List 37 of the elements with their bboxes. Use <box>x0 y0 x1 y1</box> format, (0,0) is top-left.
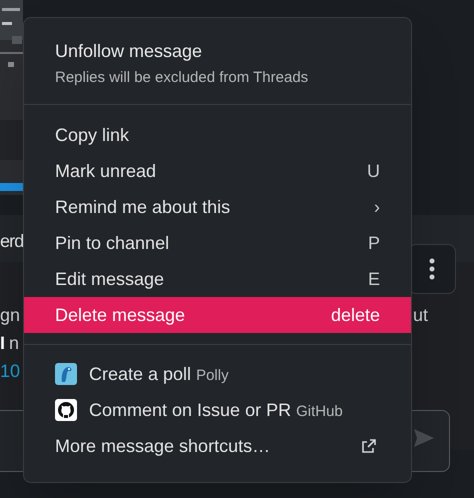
shortcut-hint: E <box>368 268 380 290</box>
menu-item[interactable]: Copy link <box>24 117 411 153</box>
menu-item-label: Edit message <box>55 268 164 291</box>
menu-item-label: Mark unread <box>55 160 156 182</box>
message-text: ut <box>413 304 428 326</box>
menu-item[interactable]: Comment on Issue or PR GitHub <box>24 392 411 428</box>
shortcut-hint: P <box>368 232 380 254</box>
shortcut-hint: delete <box>330 304 380 326</box>
shortcut-hint: U <box>367 160 380 182</box>
menu-item-label: Pin to channel <box>55 232 170 254</box>
menu-item[interactable]: Unfollow message <box>55 40 380 62</box>
menu-item[interactable]: Delete message delete <box>24 297 411 333</box>
menu-item-label: More message shortcuts… <box>55 434 270 458</box>
message-link[interactable]: 10 <box>0 360 20 382</box>
parrot-icon <box>55 363 77 385</box>
menu-item[interactable]: Remind me about this › <box>24 189 411 225</box>
menu-item-label: Remind me about this <box>55 196 230 218</box>
menu-item[interactable]: Mark unread U <box>24 153 411 189</box>
message-text: erd <box>0 230 24 252</box>
app-name: GitHub <box>296 402 343 422</box>
octocat-icon <box>55 399 77 421</box>
app-name: Polly <box>196 366 229 386</box>
menu-item-description: Replies will be excluded from Threads <box>55 68 310 88</box>
menu-item-label: Comment on Issue or PR <box>89 398 292 422</box>
more-icon <box>429 258 435 280</box>
message-text: n <box>9 332 20 354</box>
menu-item[interactable]: Create a poll Polly <box>24 356 411 392</box>
message-text: I <box>0 332 6 354</box>
menu-item[interactable]: More message shortcuts… <box>24 428 411 464</box>
external-link-icon <box>361 438 377 454</box>
menu-item-label: Copy link <box>55 124 130 147</box>
menu-item-label: Create a poll <box>89 362 192 386</box>
menu-item[interactable]: Edit message E <box>24 261 411 297</box>
menu-item[interactable]: Pin to channel P <box>24 225 411 261</box>
menu-item-label: Delete message <box>55 304 186 327</box>
message-text: gn <box>0 304 20 326</box>
shortcut-hint: › <box>374 196 380 218</box>
